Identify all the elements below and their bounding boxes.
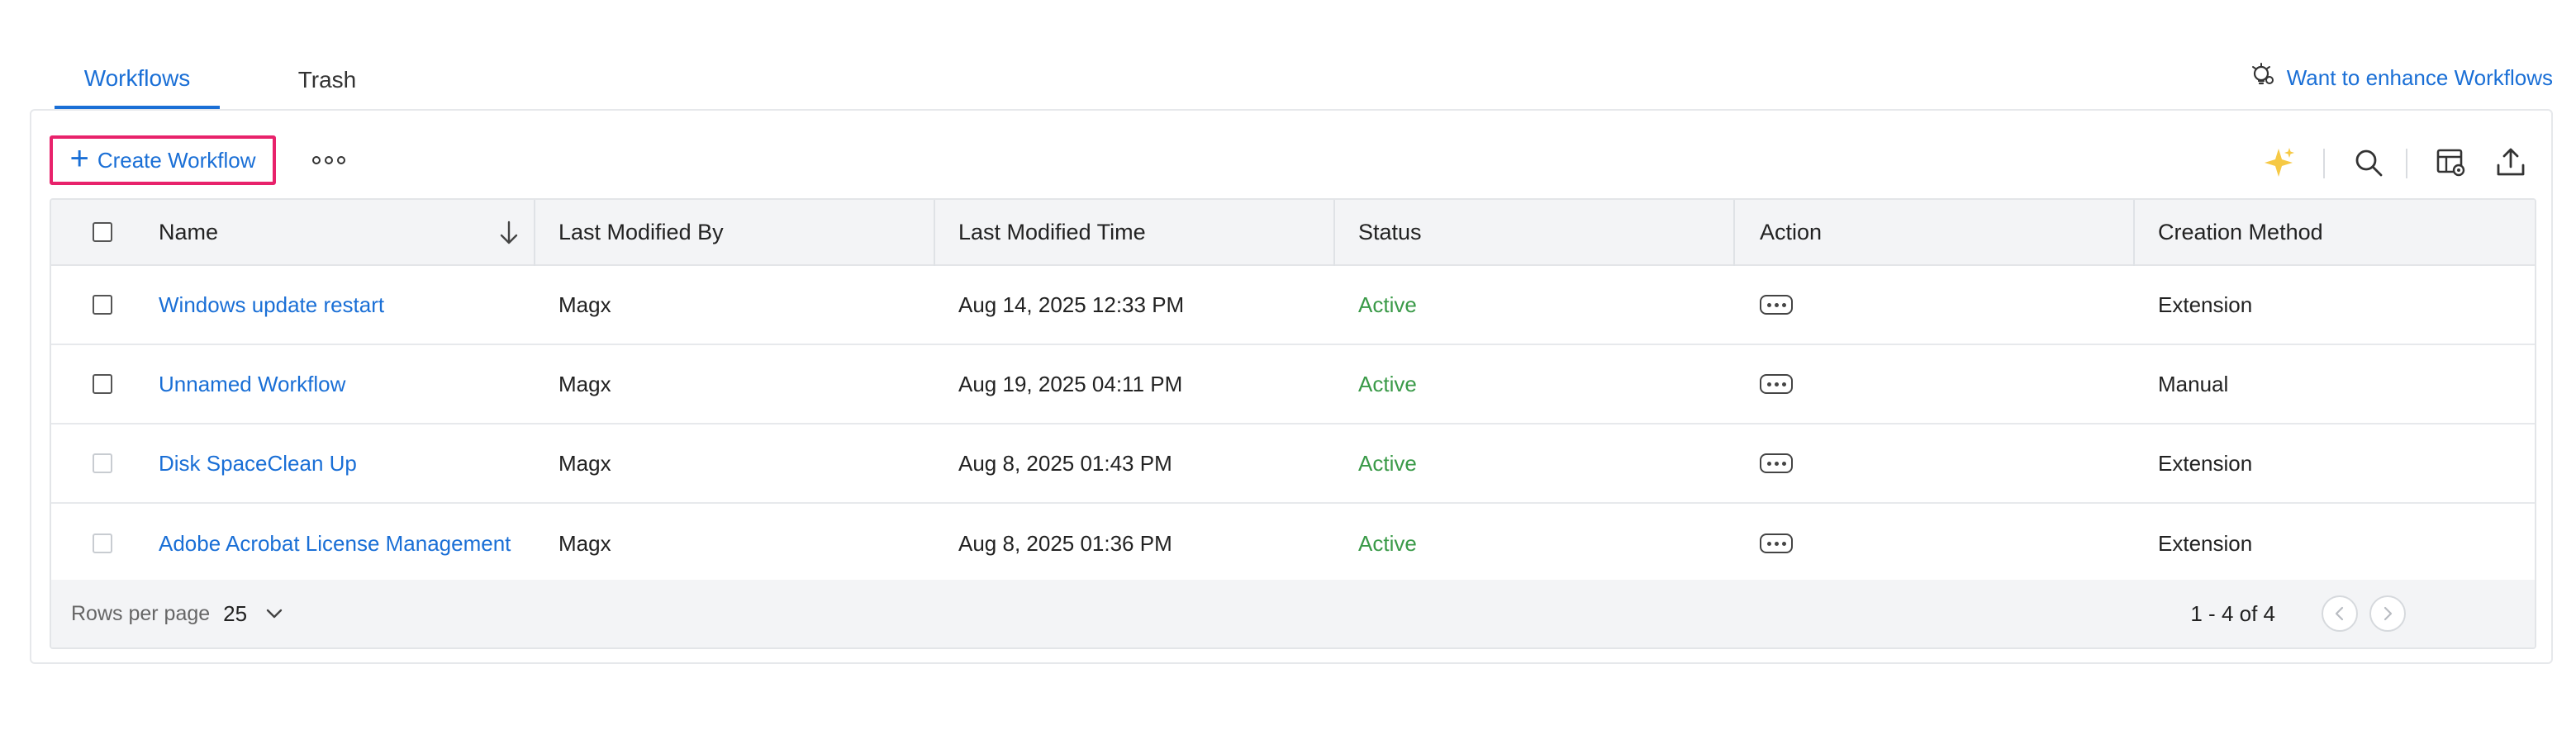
row-select-cell (51, 345, 144, 423)
select-all-cell (51, 200, 144, 264)
more-dot (325, 156, 333, 164)
workflow-name-cell: Unnamed Workflow (144, 345, 535, 423)
creation-method-cell: Manual (2158, 371, 2229, 396)
create-workflow-button[interactable]: + Create Workflow (50, 135, 276, 185)
action-cell (1735, 345, 2135, 423)
modified-by-cell: Magx (558, 292, 611, 317)
header-status[interactable]: Status (1335, 200, 1735, 266)
rows-per-page-select[interactable]: 25 (223, 601, 247, 627)
modified-time-cell: Aug 14, 2025 12:33 PM (958, 292, 1185, 317)
modified-by-cell: Magx (558, 450, 611, 476)
status-cell: Active (1358, 292, 1417, 317)
row-checkbox-disabled (93, 533, 112, 553)
enhance-workflows-label: Want to enhance Workflows (2286, 64, 2553, 90)
status-cell: Active (1358, 371, 1417, 396)
chevron-down-icon[interactable] (265, 608, 283, 619)
table-row: Unnamed Workflow Magx Aug 19, 2025 04:11… (51, 345, 2535, 424)
ai-sparkle-button[interactable] (2260, 144, 2298, 182)
creation-method-cell: Extension (2158, 450, 2253, 476)
search-button[interactable] (2350, 144, 2388, 182)
workflow-name-cell: Windows update restart (144, 266, 535, 344)
workflows-panel: + Create Workflow Name Last Modified By … (30, 109, 2553, 664)
tab-bar: Workflows Trash (55, 51, 410, 109)
previous-page-button[interactable] (2322, 595, 2358, 632)
export-button[interactable] (2492, 144, 2530, 182)
header-creation-method[interactable]: Creation Method (2135, 200, 2535, 264)
toolbar-divider (2323, 149, 2325, 178)
creation-method-cell: Extension (2158, 292, 2253, 317)
row-select-cell (51, 504, 144, 583)
more-actions-icon[interactable] (1760, 453, 1793, 473)
search-icon (2355, 149, 2383, 177)
table-row: Adobe Acrobat License Management Magx Au… (51, 504, 2535, 583)
workflow-name-cell: Adobe Acrobat License Management (144, 504, 535, 583)
modified-time-cell: Aug 19, 2025 04:11 PM (958, 371, 1183, 396)
next-page-button[interactable] (2369, 595, 2406, 632)
row-select-cell (51, 266, 144, 344)
more-dots-icon (312, 156, 321, 164)
table-header: Name Last Modified By Last Modified Time… (51, 200, 2535, 266)
rows-per-page-label: Rows per page (71, 601, 211, 625)
more-actions-icon[interactable] (1760, 533, 1793, 553)
modified-time-cell: Aug 8, 2025 01:43 PM (958, 450, 1172, 476)
row-checkbox[interactable] (93, 374, 112, 394)
row-checkbox[interactable] (93, 295, 112, 315)
more-dot (337, 156, 345, 164)
enhance-workflows-link[interactable]: Want to enhance Workflows (2250, 61, 2553, 94)
row-checkbox-disabled (93, 453, 112, 473)
table-pagination: Rows per page 25 1 - 4 of 4 (51, 580, 2535, 647)
action-cell (1735, 266, 2135, 344)
creation-method-cell: Extension (2158, 530, 2253, 556)
create-workflow-label: Create Workflow (97, 147, 256, 173)
table-settings-icon (2436, 149, 2465, 177)
header-last-modified-time[interactable]: Last Modified Time (935, 200, 1335, 266)
action-cell (1735, 504, 2135, 583)
pagination-range: 1 - 4 of 4 (2190, 600, 2275, 626)
select-all-checkbox[interactable] (93, 222, 112, 242)
table-row: Windows update restart Magx Aug 14, 2025… (51, 266, 2535, 345)
action-cell (1735, 424, 2135, 502)
header-last-modified-by[interactable]: Last Modified By (535, 200, 935, 266)
more-options-button[interactable] (304, 144, 354, 177)
more-actions-icon[interactable] (1760, 295, 1793, 315)
header-action: Action (1735, 200, 2135, 266)
modified-by-cell: Magx (558, 530, 611, 556)
chevron-left-icon (2335, 606, 2344, 621)
header-name-label: Name (159, 219, 219, 244)
more-actions-icon[interactable] (1760, 374, 1793, 394)
header-name[interactable]: Name (144, 200, 535, 266)
workflow-name-link[interactable]: Windows update restart (159, 292, 384, 318)
sparkle-icon (2265, 148, 2294, 177)
workflows-table: Name Last Modified By Last Modified Time… (50, 198, 2536, 649)
arrow-down-icon[interactable] (497, 220, 520, 246)
chevron-right-icon (2384, 606, 2393, 621)
toolbar-divider (2406, 149, 2407, 178)
plus-icon: + (69, 140, 89, 177)
status-cell: Active (1358, 530, 1417, 556)
table-row: Disk SpaceClean Up Magx Aug 8, 2025 01:4… (51, 424, 2535, 504)
column-settings-button[interactable] (2432, 144, 2470, 182)
status-cell: Active (1358, 450, 1417, 476)
workflow-name-link[interactable]: Adobe Acrobat License Management (159, 531, 511, 557)
modified-by-cell: Magx (558, 371, 611, 396)
workflow-name-link[interactable]: Unnamed Workflow (159, 372, 345, 397)
workflow-name-cell: Disk SpaceClean Up (144, 424, 535, 502)
workflow-name-link[interactable]: Disk SpaceClean Up (159, 451, 357, 477)
upload-icon (2497, 148, 2525, 176)
lightbulb-gear-icon (2250, 62, 2275, 93)
tab-trash[interactable]: Trash (245, 51, 410, 109)
tab-workflows[interactable]: Workflows (55, 51, 220, 109)
row-select-cell (51, 424, 144, 502)
modified-time-cell: Aug 8, 2025 01:36 PM (958, 530, 1172, 556)
